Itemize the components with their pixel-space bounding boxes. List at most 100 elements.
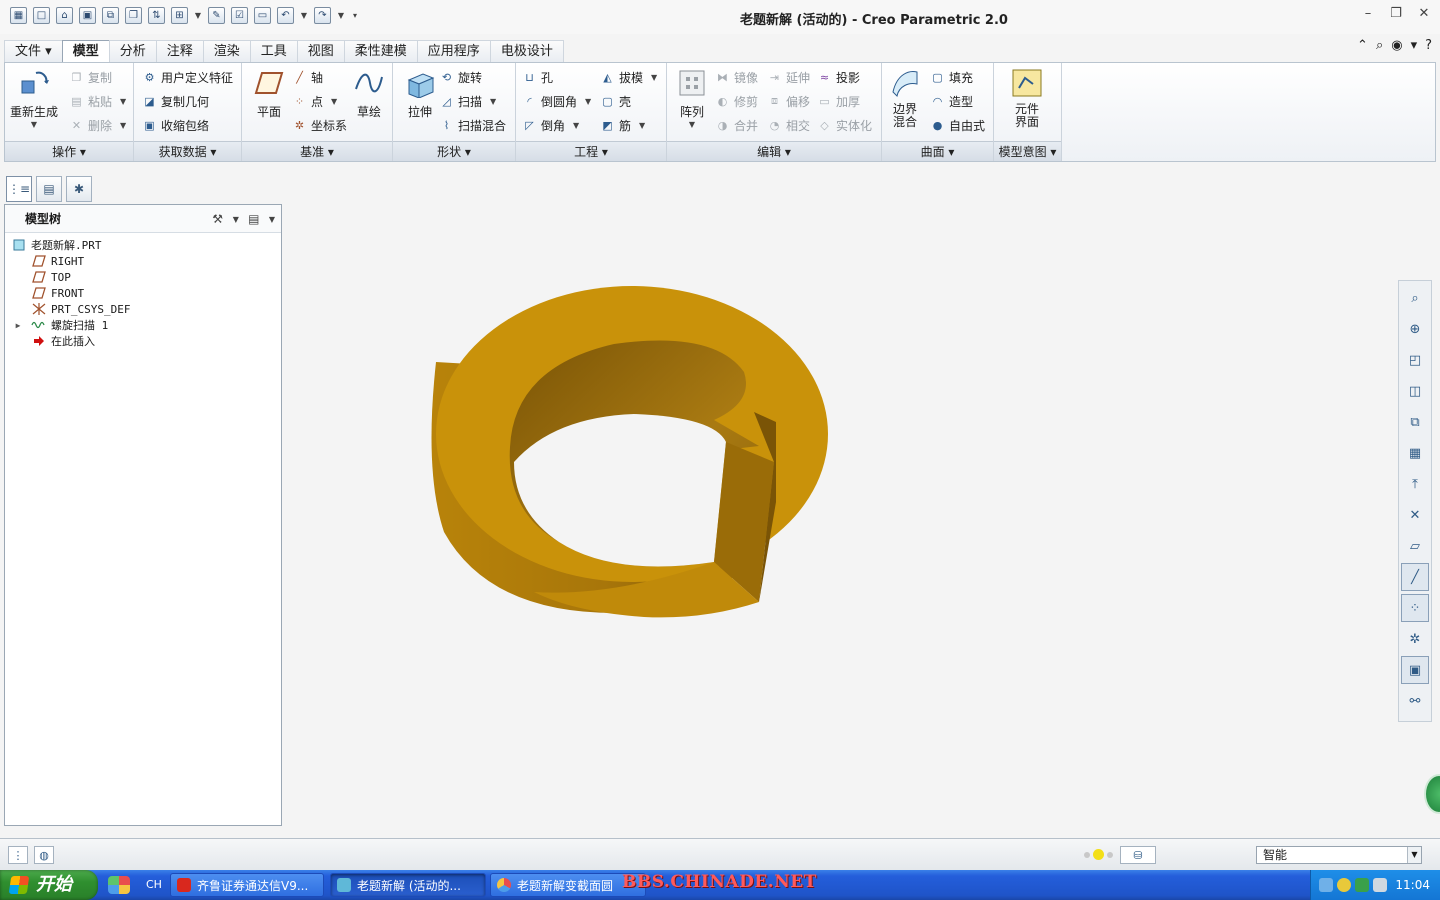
taskbar-item-stock-app[interactable]: 齐鲁证券通达信V9... (170, 873, 324, 897)
taskbar-item-creo[interactable]: 老题新解 (活动的... (330, 873, 486, 897)
network-icon[interactable]: ⚯ (1401, 687, 1429, 715)
tree-item-right[interactable]: RIGHT (5, 253, 281, 269)
tree-item-part[interactable]: 老题新解.PRT (5, 237, 281, 253)
copy-geometry-button[interactable]: ◪ 复制几何 (142, 91, 209, 111)
axis-display-icon[interactable]: ╱ (1401, 563, 1429, 591)
windows-icon[interactable]: ⊞ (171, 7, 188, 24)
regenerate-quick-icon[interactable]: ⇅ (148, 7, 165, 24)
update-tray-icon[interactable] (1337, 878, 1351, 892)
minimize-icon[interactable]: – (1360, 6, 1376, 21)
tab-annotate[interactable]: 注释 (155, 40, 204, 62)
project-button[interactable]: ≈ 投影 (817, 67, 860, 87)
quick-launch-icon[interactable] (108, 876, 130, 894)
tab-electrode-design[interactable]: 电极设计 (489, 40, 564, 62)
repaint-icon[interactable]: ◫ (1401, 377, 1429, 405)
save-icon[interactable]: ▣ (79, 7, 96, 24)
round-button[interactable]: ◜ 倒圆角 ▼ (522, 91, 591, 111)
group-title-get-data[interactable]: 获取数据 ▾ (134, 141, 241, 161)
graphics-viewport[interactable] (284, 162, 1396, 834)
sketch-button[interactable]: 草绘 (342, 67, 396, 120)
saved-views-icon[interactable]: ⧉ (1401, 408, 1429, 436)
plane-button[interactable]: 平面 (242, 67, 296, 120)
show-icon[interactable]: ▤ (245, 210, 263, 228)
chevron-down-icon[interactable]: ▼ (194, 7, 202, 24)
csys-display-icon[interactable]: ✲ (1401, 625, 1429, 653)
delete-button[interactable]: ✕ 删除 ▼ (69, 115, 126, 135)
help-icon[interactable]: ? (1425, 38, 1432, 53)
tab-analysis[interactable]: 分析 (108, 40, 157, 62)
draft-button[interactable]: ◭ 拔模 ▼ (600, 67, 657, 87)
close-icon[interactable]: ✕ (1416, 6, 1432, 21)
tree-settings-icon[interactable]: ⚒ (209, 210, 227, 228)
copy-icon[interactable]: ❐ (125, 7, 142, 24)
chevron-down-icon[interactable]: ▼ (1407, 847, 1421, 863)
tab-model[interactable]: 模型 (61, 40, 110, 63)
shrinkwrap-button[interactable]: ▣ 收缩包络 (142, 115, 209, 135)
folder-browser-tab-icon[interactable]: ▤ (36, 176, 62, 202)
chevron-down-icon[interactable]: ▼ (300, 7, 308, 24)
offset-button[interactable]: ⧈ 偏移 (767, 91, 810, 111)
edit-icon[interactable]: ✎ (208, 7, 225, 24)
component-interface-button[interactable]: 元件 界面 (1000, 67, 1054, 129)
language-indicator[interactable]: CH (146, 878, 162, 891)
sweep-button[interactable]: ◿ 扫描 ▼ (439, 91, 496, 111)
search-icon[interactable]: ⌕ (1376, 38, 1383, 53)
browser-toggle-icon[interactable]: ◍ (34, 846, 54, 864)
tab-applications[interactable]: 应用程序 (416, 40, 491, 62)
boundary-blend-button[interactable]: 边界 混合 (878, 67, 932, 129)
group-title-datum[interactable]: 基准 ▾ (242, 141, 392, 161)
intersect-button[interactable]: ◔ 相交 (767, 115, 810, 135)
point-display-icon[interactable]: ⁘ (1401, 594, 1429, 622)
tree-item-top[interactable]: TOP (5, 269, 281, 285)
rib-button[interactable]: ◩ 筋 ▼ (600, 115, 645, 135)
solidify-button[interactable]: ◇ 实体化 (817, 115, 872, 135)
expand-arrow-icon[interactable]: ▶ (11, 321, 25, 330)
hole-button[interactable]: ⊔ 孔 (522, 67, 553, 87)
copy-button[interactable]: ❐ 复制 (69, 67, 112, 87)
community-icon[interactable]: ◉ (1391, 38, 1402, 53)
mirror-button[interactable]: ⧓ 镜像 (715, 67, 758, 87)
plane-display-icon[interactable]: ▱ (1401, 532, 1429, 560)
selection-filter-select[interactable]: 智能 ▼ (1256, 846, 1422, 864)
fill-button[interactable]: ▢ 填充 (930, 67, 973, 87)
revolve-button[interactable]: ⟲ 旋转 (439, 67, 482, 87)
new-file-icon[interactable]: □ (33, 7, 50, 24)
reorient-icon[interactable]: ⤒ (1401, 470, 1429, 498)
tree-item-front[interactable]: FRONT (5, 285, 281, 301)
find-icon[interactable]: ⛁ (1120, 846, 1156, 864)
redo-icon[interactable]: ↷ (314, 7, 331, 24)
undo-icon[interactable]: ↶ (277, 7, 294, 24)
annotation-display-icon[interactable]: ▣ (1401, 656, 1429, 684)
favorites-tab-icon[interactable]: ✱ (66, 176, 92, 202)
tree-item-helical-sweep[interactable]: ▶ 螺旋扫描 1 (5, 317, 281, 333)
checklist-icon[interactable]: ☑ (231, 7, 248, 24)
thicken-button[interactable]: ▭ 加厚 (817, 91, 860, 111)
open-file-icon[interactable]: ⌂ (56, 7, 73, 24)
merge-button[interactable]: ◑ 合并 (715, 115, 758, 135)
restore-icon[interactable]: ❐ (1388, 6, 1404, 21)
group-title-surfaces[interactable]: 曲面 ▾ (882, 141, 993, 161)
shell-button[interactable]: ▢ 壳 (600, 91, 631, 111)
save-copy-icon[interactable]: ⧉ (102, 7, 119, 24)
chevron-down-icon[interactable]: ▼ (233, 215, 239, 224)
security-tray-icon[interactable] (1355, 878, 1369, 892)
extend-button[interactable]: ⇥ 延伸 (767, 67, 810, 87)
display-style-icon[interactable]: ▦ (1401, 439, 1429, 467)
tab-flexible-modeling[interactable]: 柔性建模 (343, 40, 418, 62)
trim-button[interactable]: ◐ 修剪 (715, 91, 758, 111)
group-title-editing[interactable]: 编辑 ▾ (667, 141, 881, 161)
tab-file[interactable]: 文件 ▾ (4, 40, 63, 62)
spin-center-icon[interactable]: ✕ (1401, 501, 1429, 529)
chevron-down-icon[interactable]: ▾ (1411, 38, 1418, 53)
chevron-down-icon[interactable]: ▼ (337, 7, 345, 24)
tree-item-insert-here[interactable]: 在此插入 (5, 333, 281, 349)
zoom-out-icon[interactable]: ◰ (1401, 346, 1429, 374)
zoom-in-icon[interactable]: ⊕ (1401, 315, 1429, 343)
group-title-operations[interactable]: 操作 ▾ (5, 141, 133, 161)
chamfer-button[interactable]: ◸ 倒角 ▼ (522, 115, 579, 135)
csys-button[interactable]: ✲ 坐标系 (292, 115, 347, 135)
regenerate-button[interactable]: 重新生成 ▼ (7, 67, 61, 129)
navigator-toggle-icon[interactable]: ⋮ (8, 846, 28, 864)
udf-button[interactable]: ⚙ 用户定义特征 (142, 67, 233, 87)
tree-item-csys[interactable]: PRT_CSYS_DEF (5, 301, 281, 317)
